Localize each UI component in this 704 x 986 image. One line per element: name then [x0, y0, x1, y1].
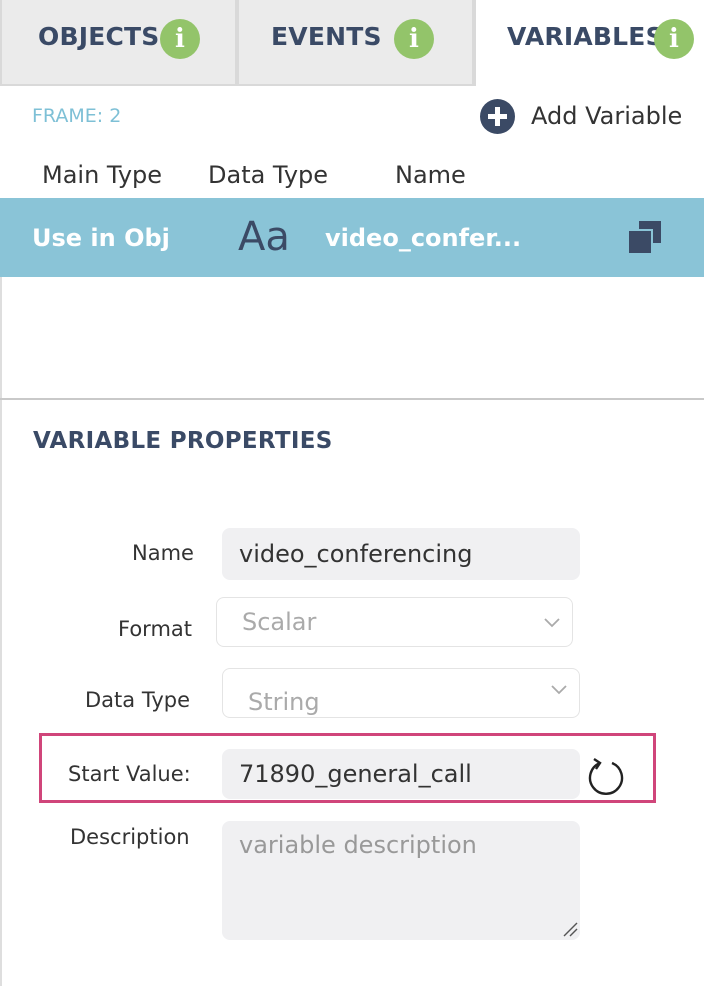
chevron-down-icon	[544, 618, 560, 628]
tab-variables-label: VARIABLES	[507, 22, 664, 51]
format-value: Scalar	[242, 608, 317, 636]
tab-events[interactable]: EVENTS i	[237, 0, 474, 86]
info-icon[interactable]: i	[394, 19, 434, 59]
start-value-field[interactable]: 71890_general_call	[222, 749, 580, 799]
column-header-name[interactable]: Name	[395, 161, 466, 189]
variable-main-type: Use in Obj	[32, 224, 170, 252]
plus-circle-icon	[480, 98, 515, 134]
data-type-value: String	[248, 688, 320, 716]
resize-handle-icon[interactable]	[562, 921, 578, 937]
column-header-main-type[interactable]: Main Type	[42, 161, 162, 189]
tab-variables[interactable]: VARIABLES i	[474, 0, 704, 86]
variable-name: video_confer...	[325, 224, 522, 252]
tab-events-label: EVENTS	[271, 22, 382, 51]
info-icon[interactable]: i	[654, 19, 694, 59]
tab-objects[interactable]: OBJECTS i	[0, 0, 237, 86]
frame-label: FRAME: 2	[32, 105, 122, 127]
string-type-icon: Aa	[238, 214, 290, 260]
format-label: Format	[118, 617, 193, 641]
tab-bar: OBJECTS i EVENTS i VARIABLES i	[0, 0, 704, 86]
column-header-data-type[interactable]: Data Type	[208, 161, 328, 189]
data-type-select[interactable]: String	[222, 668, 580, 718]
description-field[interactable]: variable description	[222, 821, 580, 940]
chevron-down-icon	[551, 685, 567, 695]
variable-row[interactable]: Use in Obj Aa video_confer...	[0, 198, 704, 277]
description-label: Description	[70, 825, 190, 849]
add-variable-button[interactable]: Add Variable	[480, 98, 682, 134]
info-icon[interactable]: i	[160, 19, 200, 59]
reset-icon[interactable]	[586, 756, 626, 796]
add-variable-label: Add Variable	[531, 102, 683, 130]
tab-objects-label: OBJECTS	[38, 22, 160, 51]
start-value-label: Start Value:	[68, 762, 191, 786]
name-field[interactable]: video_conferencing	[222, 528, 580, 580]
variable-properties-title: VARIABLE PROPERTIES	[33, 428, 333, 454]
name-label: Name	[132, 541, 194, 565]
data-type-label: Data Type	[85, 688, 191, 712]
duplicate-icon[interactable]	[626, 218, 664, 256]
format-select[interactable]: Scalar	[216, 597, 573, 647]
panel-left-border	[0, 277, 2, 986]
section-divider	[0, 398, 704, 400]
